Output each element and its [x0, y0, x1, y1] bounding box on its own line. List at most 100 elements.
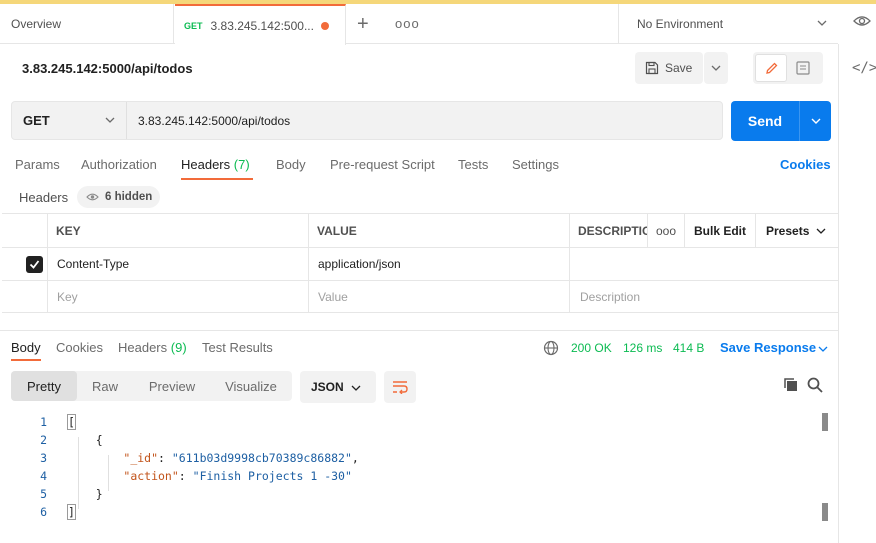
line-text: ]	[67, 503, 76, 521]
active-response-tab-indicator	[11, 359, 41, 361]
edit-mode-button[interactable]	[755, 54, 787, 82]
format-label: JSON	[311, 380, 344, 394]
column-header-description: DESCRIPTIO	[570, 214, 648, 247]
new-tab-button[interactable]: +	[357, 14, 369, 34]
tab-headers-count: (7)	[233, 157, 250, 172]
method-select[interactable]: GET	[12, 102, 127, 139]
headers-section-label: Headers	[19, 190, 69, 205]
wrap-lines-button[interactable]	[384, 371, 416, 403]
format-select[interactable]: JSON	[300, 371, 376, 403]
bulk-edit-button[interactable]: Bulk Edit	[685, 214, 756, 247]
view-raw-button[interactable]: Raw	[81, 371, 129, 401]
table-row-new: Key Value Description	[2, 281, 838, 313]
pane-divider[interactable]	[0, 330, 838, 331]
tab-tests[interactable]: Tests	[458, 157, 488, 172]
json-bracket: {	[95, 433, 103, 447]
tab-headers[interactable]: Headers (7)	[181, 157, 250, 172]
send-button[interactable]: Send	[731, 101, 799, 141]
copy-icon[interactable]	[783, 377, 799, 393]
active-tab-indicator	[181, 178, 253, 180]
cookies-link[interactable]: Cookies	[780, 157, 831, 172]
eye-icon[interactable]	[853, 14, 871, 28]
json-bracket: ]	[67, 504, 76, 520]
table-row: Content-Type application/json	[2, 248, 838, 281]
response-time[interactable]: 126 ms	[623, 341, 662, 355]
save-options-button[interactable]	[704, 52, 728, 84]
tab-pre-request-script[interactable]: Pre-request Script	[330, 157, 435, 172]
line-number: 4	[40, 469, 47, 483]
environment-label: No Environment	[637, 17, 724, 31]
chevron-down-icon	[816, 228, 826, 234]
view-visualize-button[interactable]: Visualize	[215, 371, 287, 401]
response-tab-body[interactable]: Body	[11, 340, 41, 355]
save-response-button[interactable]: Save Response	[720, 340, 828, 355]
header-enabled-checkbox[interactable]	[26, 256, 43, 273]
tab-headers-label: Headers	[181, 157, 231, 172]
line-number: 6	[40, 505, 47, 519]
scrollbar-marker[interactable]	[822, 503, 828, 521]
url-bar: GET 3.83.245.142:5000/api/todos	[11, 101, 723, 140]
json-value: "611b03d9998cb70389c86882"	[171, 451, 352, 465]
chevron-down-icon	[818, 346, 828, 352]
line-number: 5	[40, 487, 47, 501]
json-key: "action"	[123, 469, 179, 483]
scrollbar-marker[interactable]	[822, 413, 828, 431]
response-tab-headers[interactable]: Headers (9)	[118, 340, 187, 355]
line-text: "_id": "611b03d9998cb70389c86882",	[123, 451, 359, 465]
line-number: 2	[40, 433, 47, 447]
unsaved-dot-icon	[321, 22, 329, 30]
code-line: 2 {	[0, 431, 830, 449]
header-value-cell[interactable]: application/json	[309, 248, 570, 280]
tab-settings[interactable]: Settings	[512, 157, 559, 172]
tab-params[interactable]: Params	[15, 157, 60, 172]
chevron-down-icon	[817, 20, 827, 26]
header-description-cell[interactable]	[570, 248, 838, 280]
tab-method-badge: GET	[184, 20, 203, 31]
response-headers-label: Headers	[118, 340, 168, 355]
wrap-lines-icon	[393, 381, 408, 394]
code-icon[interactable]: </>	[852, 60, 876, 76]
response-view-switcher: Pretty Raw Preview Visualize	[11, 371, 292, 401]
documentation-icon[interactable]	[795, 60, 811, 76]
status-code[interactable]: 200 OK	[571, 341, 612, 355]
json-bracket: }	[95, 487, 103, 501]
table-options-button[interactable]: ooo	[648, 214, 685, 247]
line-number: 3	[40, 451, 47, 465]
code-line: 5 }	[0, 485, 830, 503]
save-label: Save	[665, 61, 693, 75]
url-input[interactable]: 3.83.245.142:5000/api/todos	[138, 114, 290, 128]
tab-request-active[interactable]: GET 3.83.245.142:500...	[175, 4, 346, 45]
tab-overview[interactable]: Overview	[0, 4, 174, 44]
view-preview-button[interactable]: Preview	[137, 371, 207, 401]
row-check-cell	[2, 248, 48, 280]
save-button[interactable]: Save	[635, 52, 703, 84]
view-pretty-button[interactable]: Pretty	[11, 371, 77, 401]
globe-icon[interactable]	[543, 340, 559, 356]
search-icon[interactable]	[807, 377, 823, 393]
checkmark-icon	[29, 260, 40, 269]
headers-table: KEY VALUE DESCRIPTIO ooo Bulk Edit Prese…	[2, 213, 838, 313]
view-mode-toggle	[753, 52, 823, 84]
line-text: {	[68, 431, 103, 449]
tab-request-title: 3.83.245.142:500...	[210, 18, 314, 33]
line-number: 1	[40, 415, 47, 429]
new-header-key-field[interactable]: Key	[48, 281, 309, 312]
response-size[interactable]: 414 B	[673, 341, 704, 355]
tab-authorization[interactable]: Authorization	[81, 157, 157, 172]
tab-body[interactable]: Body	[276, 157, 306, 172]
table-header-row: KEY VALUE DESCRIPTIO ooo Bulk Edit Prese…	[2, 214, 838, 248]
hidden-headers-toggle[interactable]: 6 hidden	[77, 186, 160, 208]
new-header-description-field[interactable]: Description	[570, 281, 838, 312]
json-value: "Finish Projects 1 -30"	[192, 469, 352, 483]
send-options-button[interactable]	[799, 101, 831, 141]
response-tab-test-results[interactable]: Test Results	[202, 340, 273, 355]
presets-dropdown[interactable]: Presets	[756, 214, 838, 247]
new-header-value-field[interactable]: Value	[309, 281, 570, 312]
request-title: 3.83.245.142:5000/api/todos	[22, 61, 193, 76]
save-response-label: Save Response	[720, 340, 817, 355]
more-tabs-button[interactable]: ooo	[395, 16, 420, 31]
environment-selector[interactable]: No Environment	[618, 4, 838, 44]
header-key-cell[interactable]: Content-Type	[48, 248, 309, 280]
right-sidebar	[838, 44, 876, 543]
response-tab-cookies[interactable]: Cookies	[56, 340, 103, 355]
